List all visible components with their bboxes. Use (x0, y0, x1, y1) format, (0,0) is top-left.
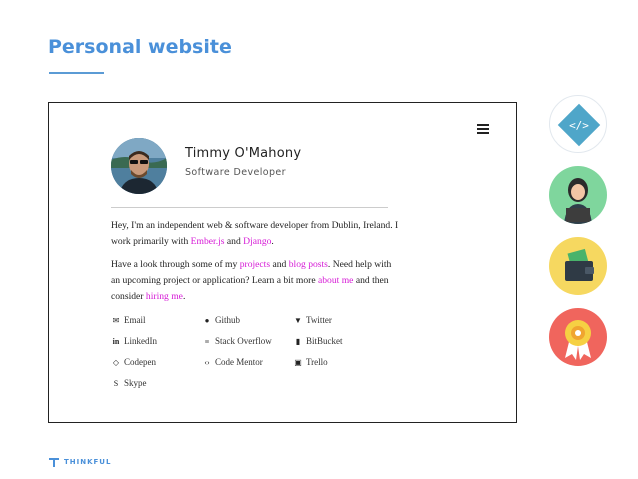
linkedin-icon: in (112, 337, 120, 346)
link-label: Skype (124, 378, 147, 388)
hamburger-menu-icon[interactable] (477, 124, 489, 134)
emberjs-link[interactable]: Ember.js (191, 236, 225, 247)
trello-icon: ▣ (294, 358, 302, 367)
site-owner-role: Software Developer (185, 167, 286, 178)
link-label: Trello (306, 357, 328, 367)
code-mentor-link[interactable]: ‹› Code Mentor (202, 357, 263, 367)
github-icon: ● (204, 316, 210, 325)
cta-paragraph: Have a look through some of my projects … (111, 257, 401, 305)
codepen-icon: ◇ (112, 358, 120, 367)
link-label: Github (215, 315, 241, 325)
person-at-laptop-icon (549, 166, 607, 224)
envelope-icon: ✉ (112, 316, 120, 325)
cta-text-1: Have a look through some of my (111, 259, 240, 270)
intro-text-3: . (271, 236, 274, 247)
bitbucket-icon: ▮ (295, 337, 301, 346)
award-medal-icon (549, 308, 607, 366)
cta-text-2: and (270, 259, 289, 270)
site-owner-name: Timmy O'Mahony (185, 146, 302, 161)
thinkful-logo: THINKFUL (48, 456, 111, 468)
link-label: Stack Overflow (215, 336, 272, 346)
title-underline (49, 72, 104, 74)
twitter-icon: ▼ (294, 316, 302, 325)
slide-title: Personal website (48, 36, 232, 58)
bitbucket-link[interactable]: ▮ BitBucket (293, 336, 343, 346)
svg-text:</>: </> (569, 119, 589, 132)
email-link[interactable]: ✉ Email (111, 315, 146, 325)
footer-brand-text: THINKFUL (64, 458, 112, 466)
link-label: Twitter (306, 315, 332, 325)
github-link[interactable]: ● Github (202, 315, 240, 325)
website-screenshot-frame: Timmy O'Mahony Software Developer Hey, I… (48, 102, 517, 423)
link-label: LinkedIn (124, 336, 157, 346)
link-label: BitBucket (306, 336, 343, 346)
django-link[interactable]: Django (243, 236, 271, 247)
projects-link[interactable]: projects (240, 259, 270, 270)
linkedin-link[interactable]: in LinkedIn (111, 336, 157, 346)
avatar (111, 138, 167, 194)
blog-posts-link[interactable]: blog posts (289, 259, 328, 270)
header-divider (111, 207, 388, 208)
twitter-link[interactable]: ▼ Twitter (293, 315, 332, 325)
intro-text-2: and (224, 236, 244, 247)
code-badge-icon: </> (549, 95, 607, 153)
hiring-me-link[interactable]: hiring me (146, 291, 183, 302)
cta-text-5: . (182, 291, 186, 302)
code-icon: ‹› (204, 358, 210, 367)
thinkful-mark-icon (49, 458, 59, 467)
link-label: Code Mentor (215, 357, 263, 367)
stackoverflow-icon: ≡ (204, 337, 210, 346)
intro-paragraph: Hey, I'm an independent web & software d… (111, 218, 401, 250)
trello-link[interactable]: ▣ Trello (293, 357, 328, 367)
stackoverflow-link[interactable]: ≡ Stack Overflow (202, 336, 272, 346)
about-me-link[interactable]: about me (318, 275, 353, 286)
skype-link[interactable]: S Skype (111, 378, 147, 388)
codepen-link[interactable]: ◇ Codepen (111, 357, 156, 367)
wallet-money-icon (549, 237, 607, 295)
skype-icon: S (113, 379, 119, 388)
link-label: Email (124, 315, 146, 325)
link-label: Codepen (124, 357, 156, 367)
